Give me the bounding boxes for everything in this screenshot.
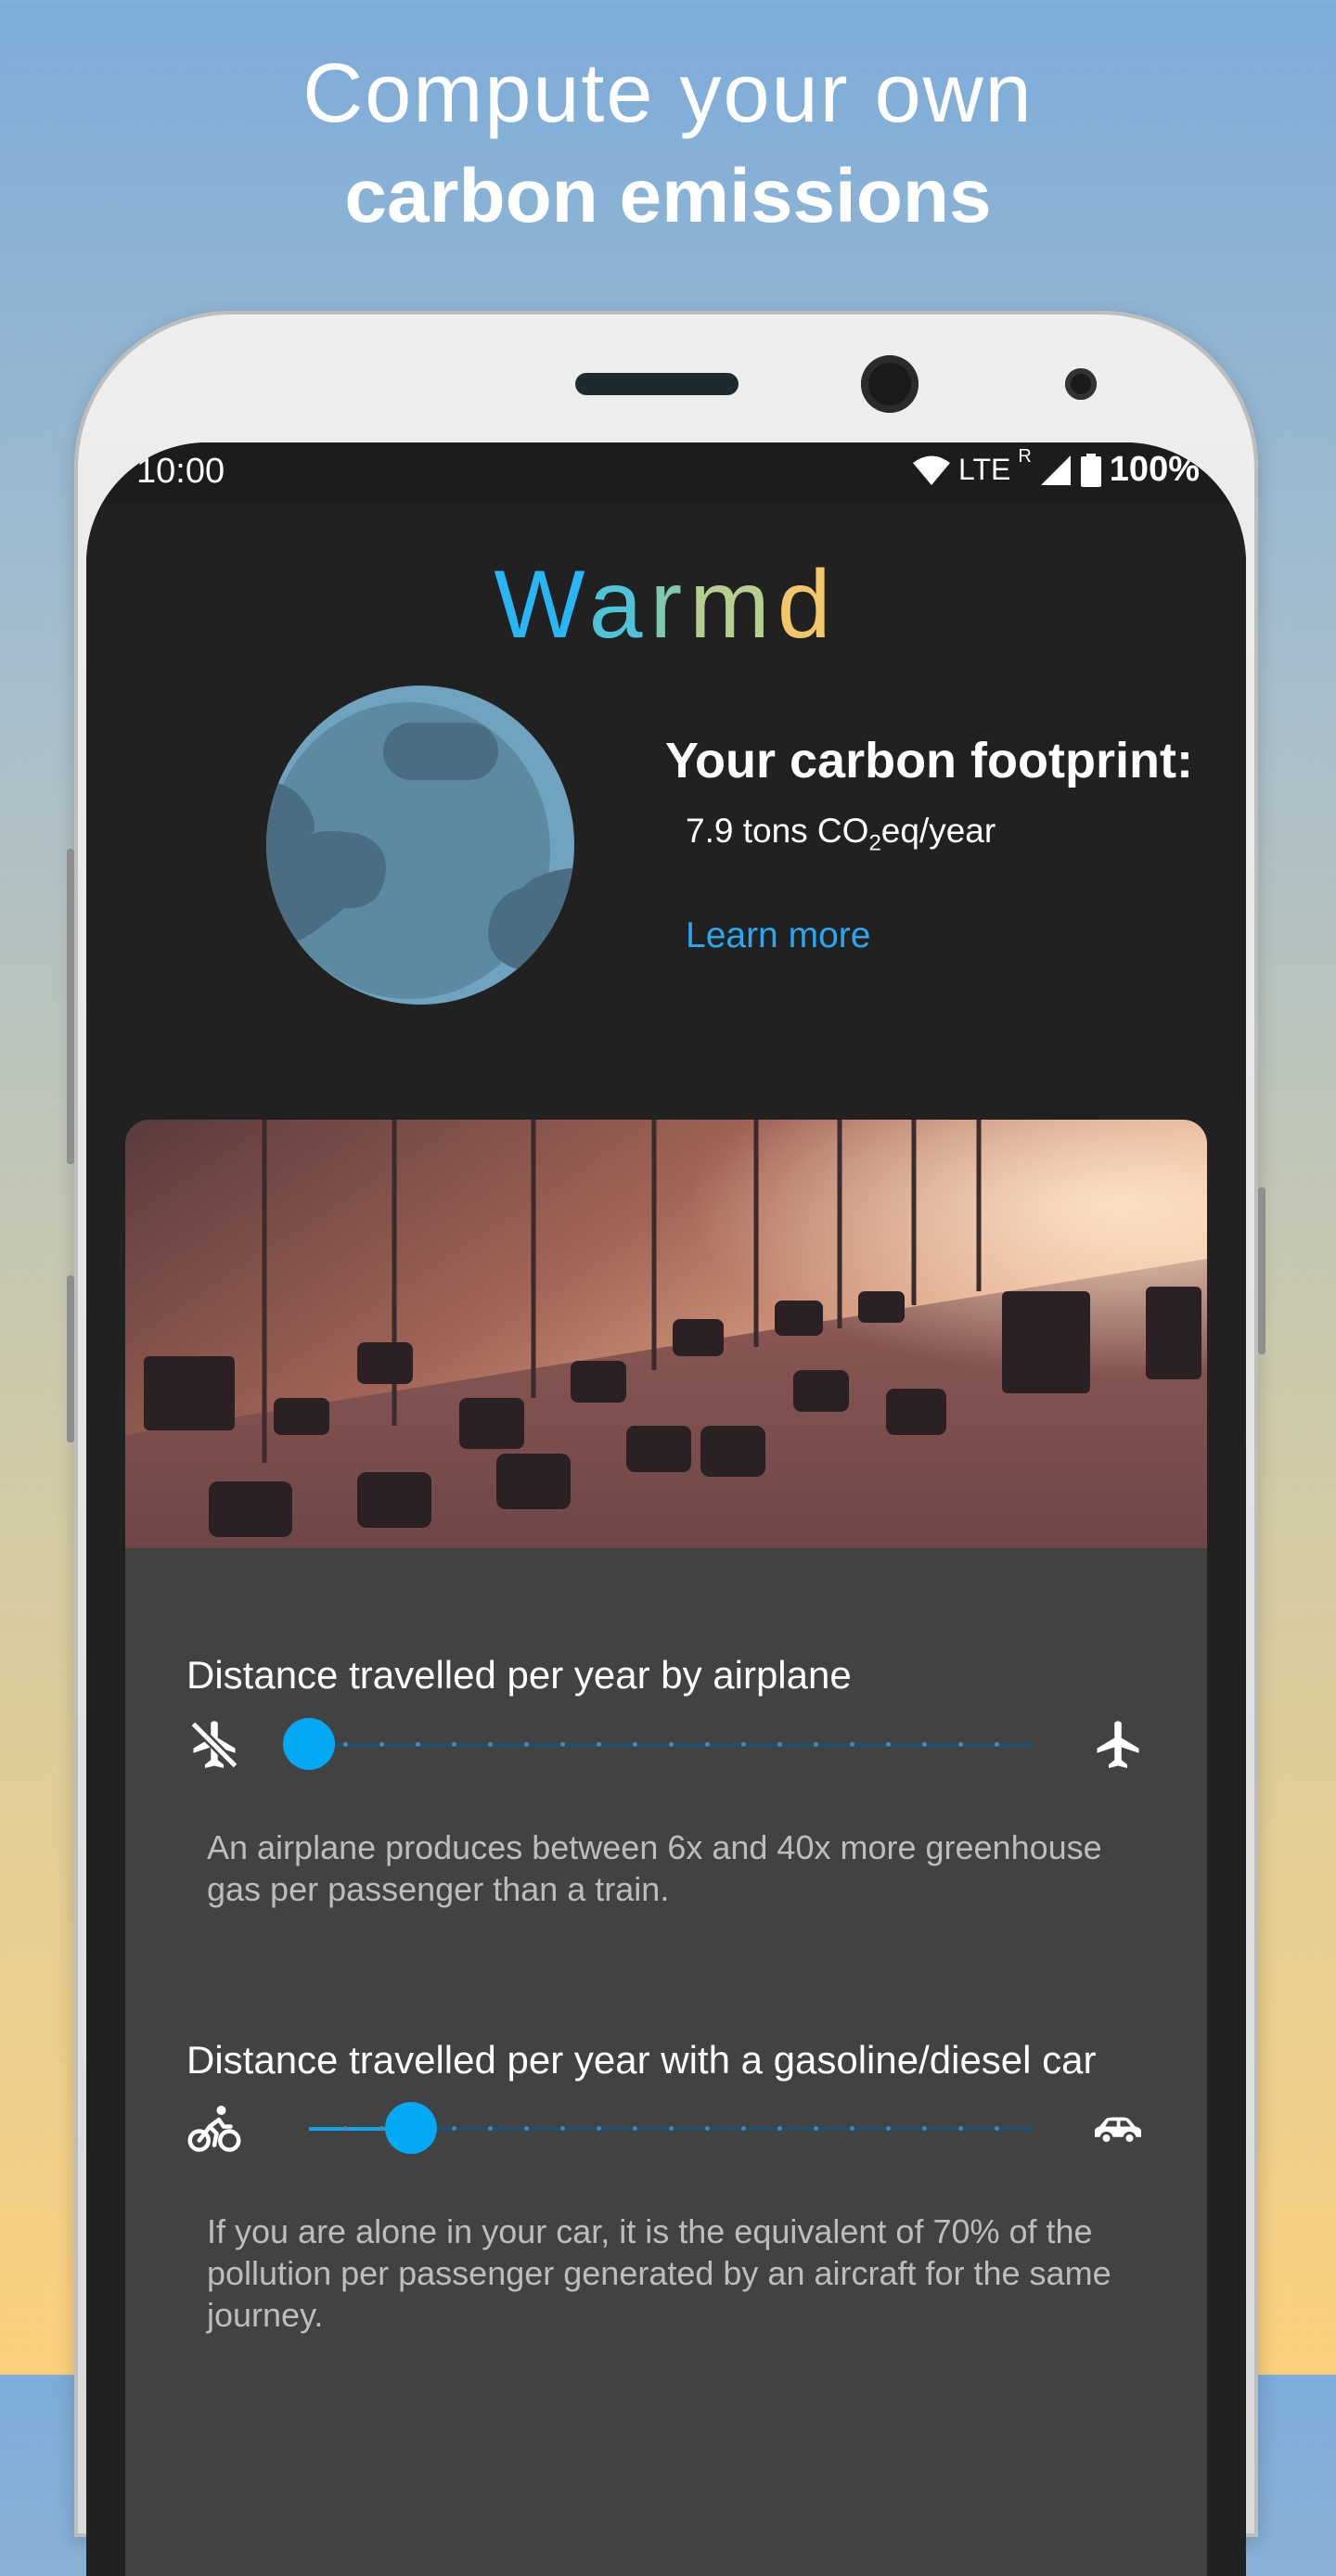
slider-tick — [488, 2126, 493, 2131]
signal-icon — [1040, 455, 1071, 485]
slider-tick — [597, 2126, 601, 2131]
headline-line-2: carbon emissions — [344, 154, 992, 238]
slider-tick — [452, 1742, 456, 1747]
volume-button — [67, 849, 74, 1164]
footprint-value-prefix: 7.9 tons CO — [686, 812, 869, 850]
wifi-icon — [913, 455, 951, 485]
footprint-value: 7.9 tons CO2eq/year — [686, 812, 996, 856]
slider-tick — [850, 2126, 854, 2131]
slider-tick — [741, 2126, 746, 2131]
network-type: LTE — [958, 453, 1011, 486]
car-description: If you are alone in your car, it is the … — [207, 2212, 1111, 2334]
slider-tick — [633, 1742, 637, 1747]
side-button — [67, 1275, 74, 1442]
slider-thumb[interactable] — [283, 1718, 335, 1770]
slider-tick — [741, 1742, 746, 1747]
battery-percentage: 100% — [1109, 450, 1200, 489]
app-content: Warmd Your carbon footprint: 7.9 tons CO… — [86, 504, 1246, 2576]
footprint-value-subscript: 2 — [868, 830, 881, 856]
phone-frame: 10:00 LTE R 100% Warmd Your carbon footp… — [67, 311, 1265, 2576]
slider-tick — [995, 2126, 999, 2131]
slider-tick — [777, 2126, 782, 2131]
slider-tick — [705, 2126, 710, 2131]
slider-tick — [886, 1742, 891, 1747]
slider-tick — [814, 2126, 818, 2131]
slider-tick — [669, 1742, 674, 1747]
footprint-value-suffix: eq/year — [880, 812, 996, 850]
slider-tick — [343, 2126, 348, 2131]
car-distance-label: Distance travelled per year with a gasol… — [186, 2038, 1097, 2082]
logo-letter: r — [649, 551, 690, 659]
slider-tick — [922, 1742, 927, 1747]
screen: 10:00 LTE R 100% Warmd Your carbon footp… — [86, 442, 1246, 2576]
footprint-title: Your carbon footprint: — [665, 733, 1193, 788]
slider-tick — [452, 2126, 456, 2131]
slider-tick — [958, 2126, 963, 2131]
slider-tick — [560, 2126, 565, 2131]
headline-line-1: Compute your own — [302, 47, 1034, 140]
bicycle-icon — [187, 2106, 241, 2152]
power-button — [1258, 1187, 1265, 1354]
slider-tick — [886, 2126, 891, 2131]
battery-icon — [1080, 453, 1101, 487]
logo-letter: m — [689, 551, 777, 659]
slider-tick — [488, 1742, 493, 1747]
car-icon — [1095, 2117, 1141, 2146]
slider-tick — [597, 1742, 601, 1747]
car-distance-slider[interactable] — [309, 2101, 1033, 2157]
slider-tick — [560, 1742, 565, 1747]
slider-tick — [633, 2126, 637, 2131]
earpiece-speaker — [575, 373, 739, 395]
airplane-off-icon — [189, 1720, 239, 1770]
airplane-description: An airplane produces between 6x and 40x … — [207, 1828, 1102, 1908]
slider-tick — [379, 1742, 384, 1747]
logo-letter: a — [588, 551, 650, 659]
logo-letter: W — [494, 551, 589, 659]
slider-thumb[interactable] — [385, 2102, 438, 2154]
front-camera — [861, 355, 918, 413]
app-logo: Warmd — [86, 550, 1246, 660]
status-icons: LTE R 100% — [912, 446, 1200, 490]
learn-more-link[interactable]: Learn more — [686, 916, 870, 956]
transport-card: Distance travelled per year by airplane … — [125, 1120, 1207, 2576]
status-time: 10:00 — [136, 452, 225, 491]
airplane-distance-label: Distance travelled per year by airplane — [186, 1653, 852, 1697]
slider-tick — [777, 1742, 782, 1747]
status-bar: 10:00 LTE R 100% — [86, 442, 1246, 504]
traffic-photo — [125, 1120, 1207, 1548]
slider-tick — [416, 1742, 420, 1747]
roaming-indicator: R — [1018, 446, 1032, 467]
proximity-sensor — [1065, 368, 1097, 400]
slider-tick — [343, 1742, 348, 1747]
slider-tick — [705, 1742, 710, 1747]
airplane-icon — [1097, 1721, 1139, 1768]
airplane-distance-slider[interactable] — [283, 1717, 1033, 1773]
slider-tick — [958, 1742, 963, 1747]
slider-tick — [669, 2126, 674, 2131]
logo-letter: d — [777, 551, 839, 659]
planet-illustration — [266, 686, 574, 1005]
slider-tick — [379, 2126, 384, 2131]
slider-tick — [850, 1742, 854, 1747]
slider-tick — [814, 1742, 818, 1747]
slider-tick — [524, 1742, 529, 1747]
slider-tick — [922, 2126, 927, 2131]
slider-tick — [524, 2126, 529, 2131]
slider-tick — [995, 1742, 999, 1747]
